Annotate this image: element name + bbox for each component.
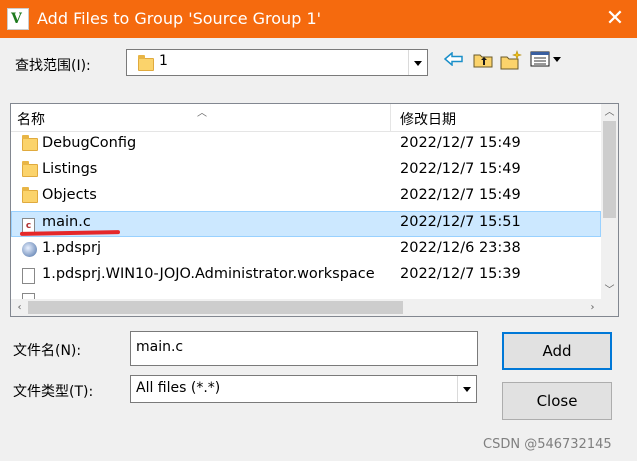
file-name-label: 文件名(N): [13, 343, 82, 359]
close-window-button[interactable]: ✕ [598, 3, 632, 35]
list-item[interactable]: 1.pdsprj.WIN10-JOJO.Administrator.worksp… [11, 263, 601, 289]
vertical-scrollbar[interactable]: ︿ ﹀ [601, 104, 618, 299]
list-header: ︿ 名称 修改日期 [11, 104, 601, 132]
file-date: 2022/12/7 15:49 [400, 187, 521, 203]
new-folder-icon[interactable] [499, 49, 523, 73]
folder-icon [138, 55, 154, 71]
list-item[interactable]: Objects 2022/12/7 15:49 [11, 184, 601, 210]
list-item[interactable]: Listings 2022/12/7 15:49 [11, 158, 601, 184]
file-date: 2022/12/7 15:39 [400, 266, 521, 282]
file-name: DebugConfig [42, 135, 137, 151]
scroll-thumb[interactable] [28, 301, 403, 314]
file-name: 1.pdsprj.WIN10-JOJO.Administrator.worksp… [42, 266, 375, 282]
file-list[interactable]: ︿ 名称 修改日期 DebugConfig 2022/12/7 15:49 Li… [10, 103, 619, 317]
sort-up-icon: ︿ [197, 108, 207, 119]
file-icon [22, 268, 35, 284]
folder-icon [22, 161, 38, 177]
list-item-partial[interactable] [11, 290, 601, 299]
file-date: 2022/12/7 15:49 [400, 135, 521, 151]
file-date: 2022/12/6 23:38 [400, 240, 521, 256]
add-button[interactable]: Add [502, 332, 612, 370]
watermark: CSDN @546732145 [483, 437, 612, 452]
look-in-dropdown[interactable]: 1 [126, 49, 428, 76]
file-name: main.c [42, 214, 91, 230]
up-folder-icon[interactable] [471, 49, 495, 73]
file-date: 2022/12/7 15:51 [400, 214, 521, 230]
look-in-value: 1 [159, 53, 168, 69]
folder-icon [22, 187, 38, 203]
list-item[interactable]: 1.pdsprj 2022/12/6 23:38 [11, 237, 601, 263]
view-menu-icon[interactable] [529, 49, 565, 73]
column-header-date[interactable]: 修改日期 [400, 109, 456, 129]
scroll-down-icon[interactable]: ﹀ [601, 282, 618, 299]
list-item[interactable]: DebugConfig 2022/12/7 15:49 [11, 132, 601, 158]
chevron-down-icon[interactable] [457, 376, 476, 402]
close-button[interactable]: Close [502, 382, 612, 420]
file-name: Listings [42, 161, 98, 177]
folder-icon [22, 135, 38, 151]
scroll-left-icon[interactable]: ‹ [11, 299, 28, 316]
file-type-value: All files (*.*) [136, 380, 221, 396]
file-name: Objects [42, 187, 97, 203]
scroll-up-icon[interactable]: ︿ [601, 104, 618, 121]
look-in-label: 查找范围(I): [15, 58, 91, 74]
scroll-corner [601, 299, 618, 316]
title-bar: V Add Files to Group 'Source Group 1' ✕ [0, 0, 637, 38]
file-type-label: 文件类型(T): [13, 384, 94, 400]
file-type-dropdown[interactable]: All files (*.*) [130, 375, 477, 403]
keil-app-icon: V [7, 8, 29, 30]
window-title: Add Files to Group 'Source Group 1' [37, 9, 322, 28]
project-icon [22, 242, 37, 257]
column-divider[interactable] [390, 104, 391, 131]
back-arrow-icon[interactable] [442, 49, 466, 73]
chevron-down-icon[interactable] [408, 50, 427, 75]
horizontal-scrollbar[interactable]: ‹ › [11, 299, 601, 316]
column-header-name[interactable]: 名称 [17, 109, 45, 129]
file-name-field[interactable]: main.c [130, 331, 478, 366]
scroll-right-icon[interactable]: › [584, 299, 601, 316]
file-date: 2022/12/7 15:49 [400, 161, 521, 177]
file-name: 1.pdsprj [42, 240, 101, 256]
scroll-thumb[interactable] [603, 121, 616, 218]
